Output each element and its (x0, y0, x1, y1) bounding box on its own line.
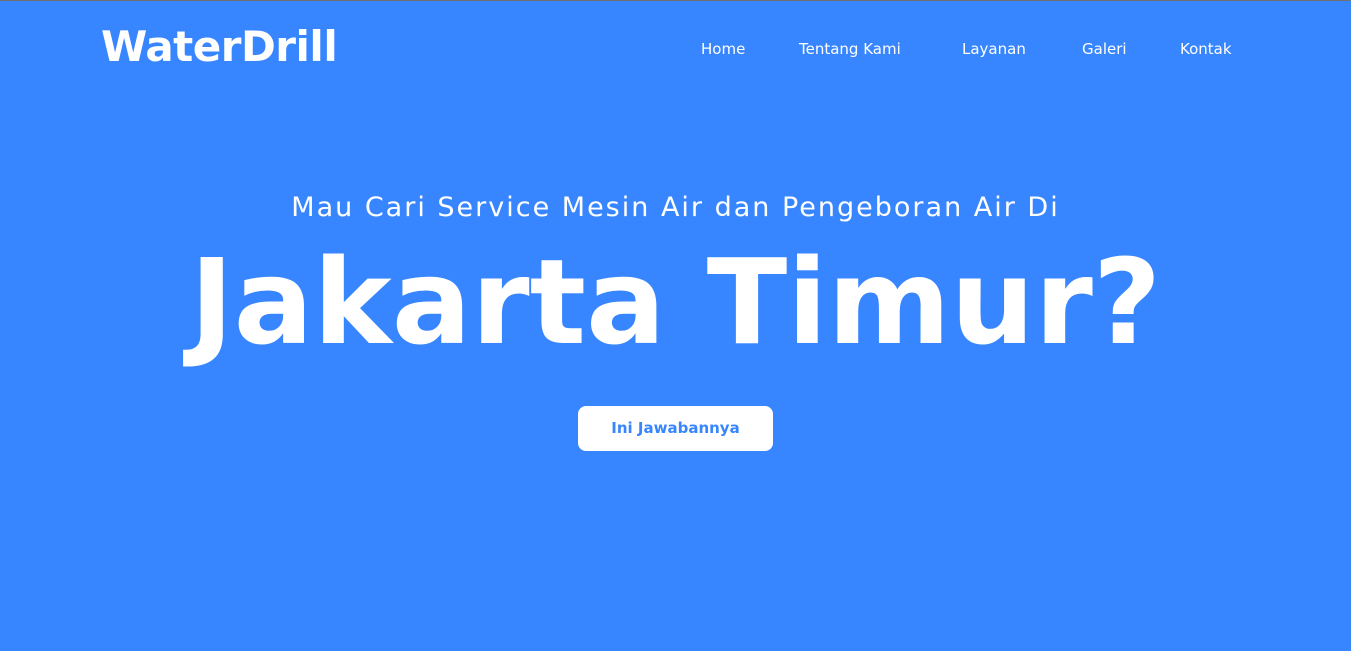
page: WaterDrill Home Tentang Kami Layanan Gal… (0, 0, 1351, 651)
hero-section: Mau Cari Service Mesin Air dan Pengebora… (0, 1, 1351, 651)
hero-subtitle: Mau Cari Service Mesin Air dan Pengebora… (291, 192, 1060, 223)
answer-button[interactable]: Ini Jawabannya (578, 406, 773, 451)
hero-title: Jakarta Timur? (189, 233, 1162, 371)
